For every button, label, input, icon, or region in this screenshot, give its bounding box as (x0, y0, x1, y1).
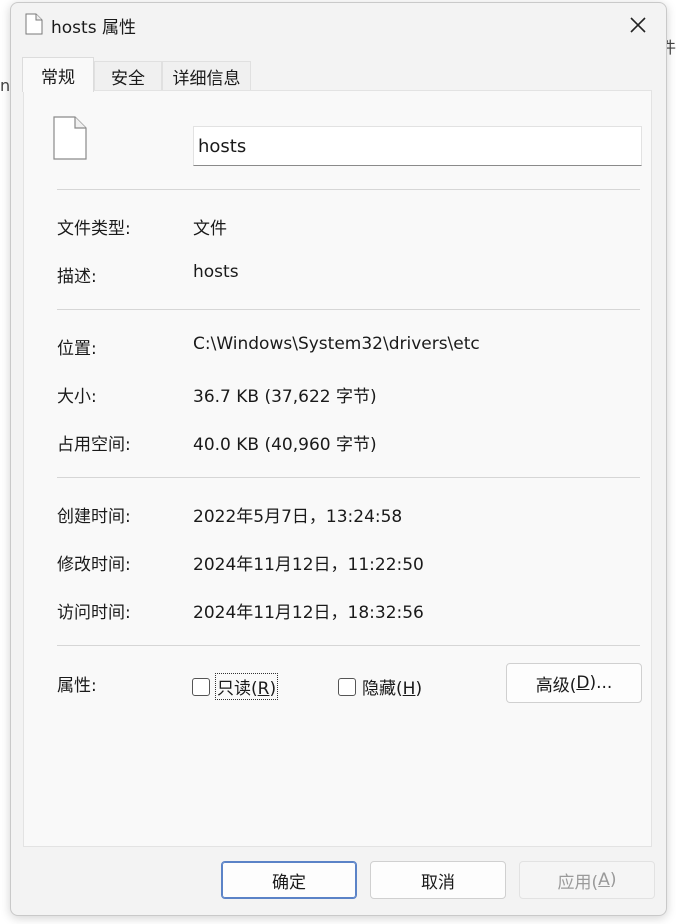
close-button[interactable] (620, 9, 656, 41)
readonly-checkbox-label: 只读(R) (214, 673, 279, 700)
separator (57, 189, 640, 190)
disk-size-value: 40.0 KB (40,960 字节) (193, 435, 377, 455)
general-tab-panel: 文件类型: 文件 描述: hosts 位置: C:\Windows\System… (23, 90, 652, 847)
file-large-icon (53, 116, 87, 160)
cancel-button[interactable]: 取消 (370, 861, 506, 899)
separator (57, 477, 640, 478)
description-value: hosts (193, 262, 239, 282)
hidden-checkbox-label: 隐藏(H) (362, 679, 423, 699)
modified-label: 修改时间: (57, 555, 131, 575)
disk-size-label: 占用空间: (57, 435, 131, 455)
created-label: 创建时间: (57, 507, 131, 527)
tab-details[interactable]: 详细信息 (162, 61, 251, 91)
type-value: 文件 (193, 219, 227, 239)
accessed-value: 2024年11月12日，18:32:56 (193, 603, 424, 623)
size-label: 大小: (57, 387, 97, 407)
description-label: 描述: (57, 267, 97, 287)
modified-value: 2024年11月12日，11:22:50 (193, 555, 424, 575)
accessed-label: 访问时间: (57, 603, 131, 623)
close-icon (630, 17, 646, 33)
separator (57, 309, 640, 310)
tab-security[interactable]: 安全 (94, 61, 162, 91)
properties-dialog: hosts 属性 常规 安全 详细信息 文件类型: 文件 描述: hosts 位… (10, 2, 667, 916)
type-label: 文件类型: (57, 219, 131, 239)
window-title: hosts 属性 (51, 18, 136, 38)
background-text-left: n (0, 76, 11, 95)
ok-button[interactable]: 确定 (221, 861, 357, 899)
hidden-checkbox-box[interactable] (338, 677, 356, 696)
hidden-checkbox[interactable]: 隐藏(H) (338, 674, 422, 699)
tab-general[interactable]: 常规 (22, 57, 94, 92)
location-value: C:\Windows\System32\drivers\etc (193, 334, 480, 354)
file-name-input[interactable] (193, 126, 642, 166)
advanced-button[interactable]: 高级(D)... (506, 663, 642, 703)
separator (57, 645, 640, 646)
attributes-label: 属性: (57, 676, 97, 696)
created-value: 2022年5月7日，13:24:58 (193, 507, 403, 527)
readonly-checkbox-box[interactable] (192, 677, 210, 696)
file-icon (25, 13, 43, 35)
apply-button[interactable]: 应用(A) (519, 861, 655, 899)
location-label: 位置: (57, 339, 97, 359)
size-value: 36.7 KB (37,622 字节) (193, 387, 377, 407)
title-bar[interactable]: hosts 属性 (11, 3, 666, 47)
readonly-checkbox[interactable]: 只读(R) (192, 673, 279, 700)
